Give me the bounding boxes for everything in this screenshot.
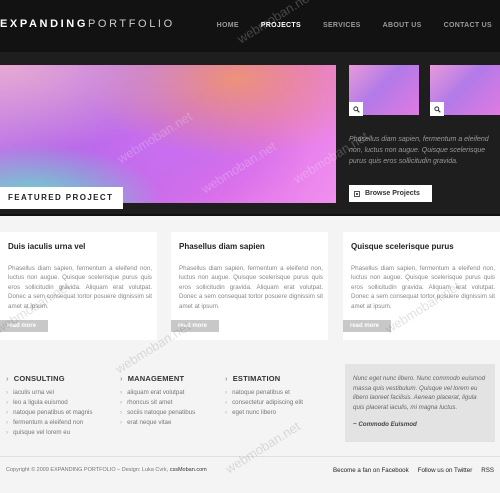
nav-about-us[interactable]: ABOUT US: [383, 22, 422, 29]
footer-link[interactable]: › iaculis urna vel: [6, 388, 93, 398]
content-box: Quisque scelerisque purus Phasellus diam…: [343, 232, 500, 340]
copyright: Copyright © 2009 EXPANDING PORTFOLIO – D…: [6, 467, 207, 473]
footer-link[interactable]: › quisque vel lorem eu: [6, 428, 93, 438]
footer-link[interactable]: › natoque penatibus et: [225, 388, 303, 398]
twitter-link[interactable]: Follow us on Twitter: [418, 467, 473, 474]
site-logo[interactable]: EXPANDINGPORTFOLIO: [0, 18, 175, 30]
footer-link[interactable]: › eget nunc libero: [225, 408, 303, 418]
footer-link[interactable]: › erat neque vitae: [120, 418, 195, 428]
footer-link[interactable]: › aliquam erat volutpat: [120, 388, 195, 398]
footer-link[interactable]: › fermentum a eleifend non: [6, 418, 93, 428]
browse-projects-label: Browse Projects: [365, 190, 420, 197]
read-more-button[interactable]: read more: [171, 320, 219, 332]
nav-contact-us[interactable]: CONTACT US: [444, 22, 492, 29]
main-nav: HOME PROJECTS SERVICES ABOUT US CONTACT …: [217, 22, 492, 29]
logo-light: PORTFOLIO: [87, 18, 175, 30]
footer-column-title: › CONSULTING: [6, 374, 65, 383]
feature-description: Phasellus diam sapien, fermentum a eleif…: [349, 136, 489, 165]
footer-column-consulting: › CONSULTING › iaculis urna vel › leo a lig…: [6, 374, 93, 438]
footer-link[interactable]: › natoque penatibus et magnis: [6, 408, 93, 418]
box-text: Phasellus diam sapien, fermentum a eleif…: [8, 265, 152, 310]
footer-link[interactable]: › consectetur adipiscing elit: [225, 398, 303, 408]
box-text: Phasellus diam sapien, fermentum a eleif…: [351, 265, 495, 310]
social-links: Become a fan on Facebook Follow us on Tw…: [333, 467, 494, 474]
content-box: Phasellus diam sapien Phasellus diam sap…: [171, 232, 328, 340]
testimonial-quote: Nunc eget nunc libero. Nunc commodo euis…: [345, 364, 495, 442]
rss-link[interactable]: RSS: [481, 467, 494, 474]
footer-column-estimation: › ESTIMATION › natoque penatibus et › conse…: [225, 374, 303, 418]
footer-column-title: › MANAGEMENT: [120, 374, 185, 383]
featured-project-label: FEATURED PROJECT: [0, 187, 123, 209]
footer-column-title: › ESTIMATION: [225, 374, 281, 383]
featured-project-image[interactable]: FEATURED PROJECT: [0, 65, 336, 209]
footer-link[interactable]: › sociis natoque penatibus: [120, 408, 195, 418]
nav-services[interactable]: SERVICES: [323, 22, 361, 29]
content-box: Duis iaculis urna vel Phasellus diam sap…: [0, 232, 157, 340]
browse-projects-button[interactable]: Browse Projects: [349, 185, 432, 202]
read-more-button[interactable]: read more: [0, 320, 48, 332]
nav-projects[interactable]: PROJECTS: [261, 22, 301, 29]
quote-text: Nunc eget nunc libero. Nunc commodo euis…: [353, 375, 486, 411]
footer-column-management: › MANAGEMENT › aliquam erat volutpat › rhon…: [120, 374, 195, 428]
footer-link[interactable]: › rhoncus sit amet: [120, 398, 195, 408]
page: EXPANDINGPORTFOLIO HOME PROJECTS SERVICE…: [0, 0, 500, 493]
square-icon: [354, 190, 360, 197]
copyright-text: Copyright © 2009 EXPANDING PORTFOLIO – D…: [6, 467, 169, 473]
box-title: Phasellus diam sapien: [179, 242, 265, 251]
search-icon[interactable]: [349, 102, 363, 116]
copyright-link[interactable]: cssMoban.com: [170, 467, 207, 473]
logo-bold: EXPANDING: [0, 18, 88, 30]
header: EXPANDINGPORTFOLIO HOME PROJECTS SERVICE…: [0, 0, 500, 52]
project-thumbnail[interactable]: [349, 65, 419, 116]
quote-author: ~ Commodo Euismod: [353, 421, 417, 428]
box-title: Duis iaculis urna vel: [8, 242, 86, 251]
box-text: Phasellus diam sapien, fermentum a eleif…: [179, 265, 323, 310]
bottom-bar: Copyright © 2009 EXPANDING PORTFOLIO – D…: [0, 456, 500, 493]
box-title: Quisque scelerisque purus: [351, 242, 454, 251]
read-more-button[interactable]: read more: [343, 320, 391, 332]
project-thumbnail[interactable]: [430, 65, 500, 116]
nav-home[interactable]: HOME: [217, 22, 239, 29]
search-icon[interactable]: [430, 102, 444, 116]
footer-link[interactable]: › leo a ligula euismod: [6, 398, 93, 408]
feature-band: FEATURED PROJECT Phasellus diam sapien, …: [0, 52, 500, 216]
facebook-link[interactable]: Become a fan on Facebook: [333, 467, 409, 474]
